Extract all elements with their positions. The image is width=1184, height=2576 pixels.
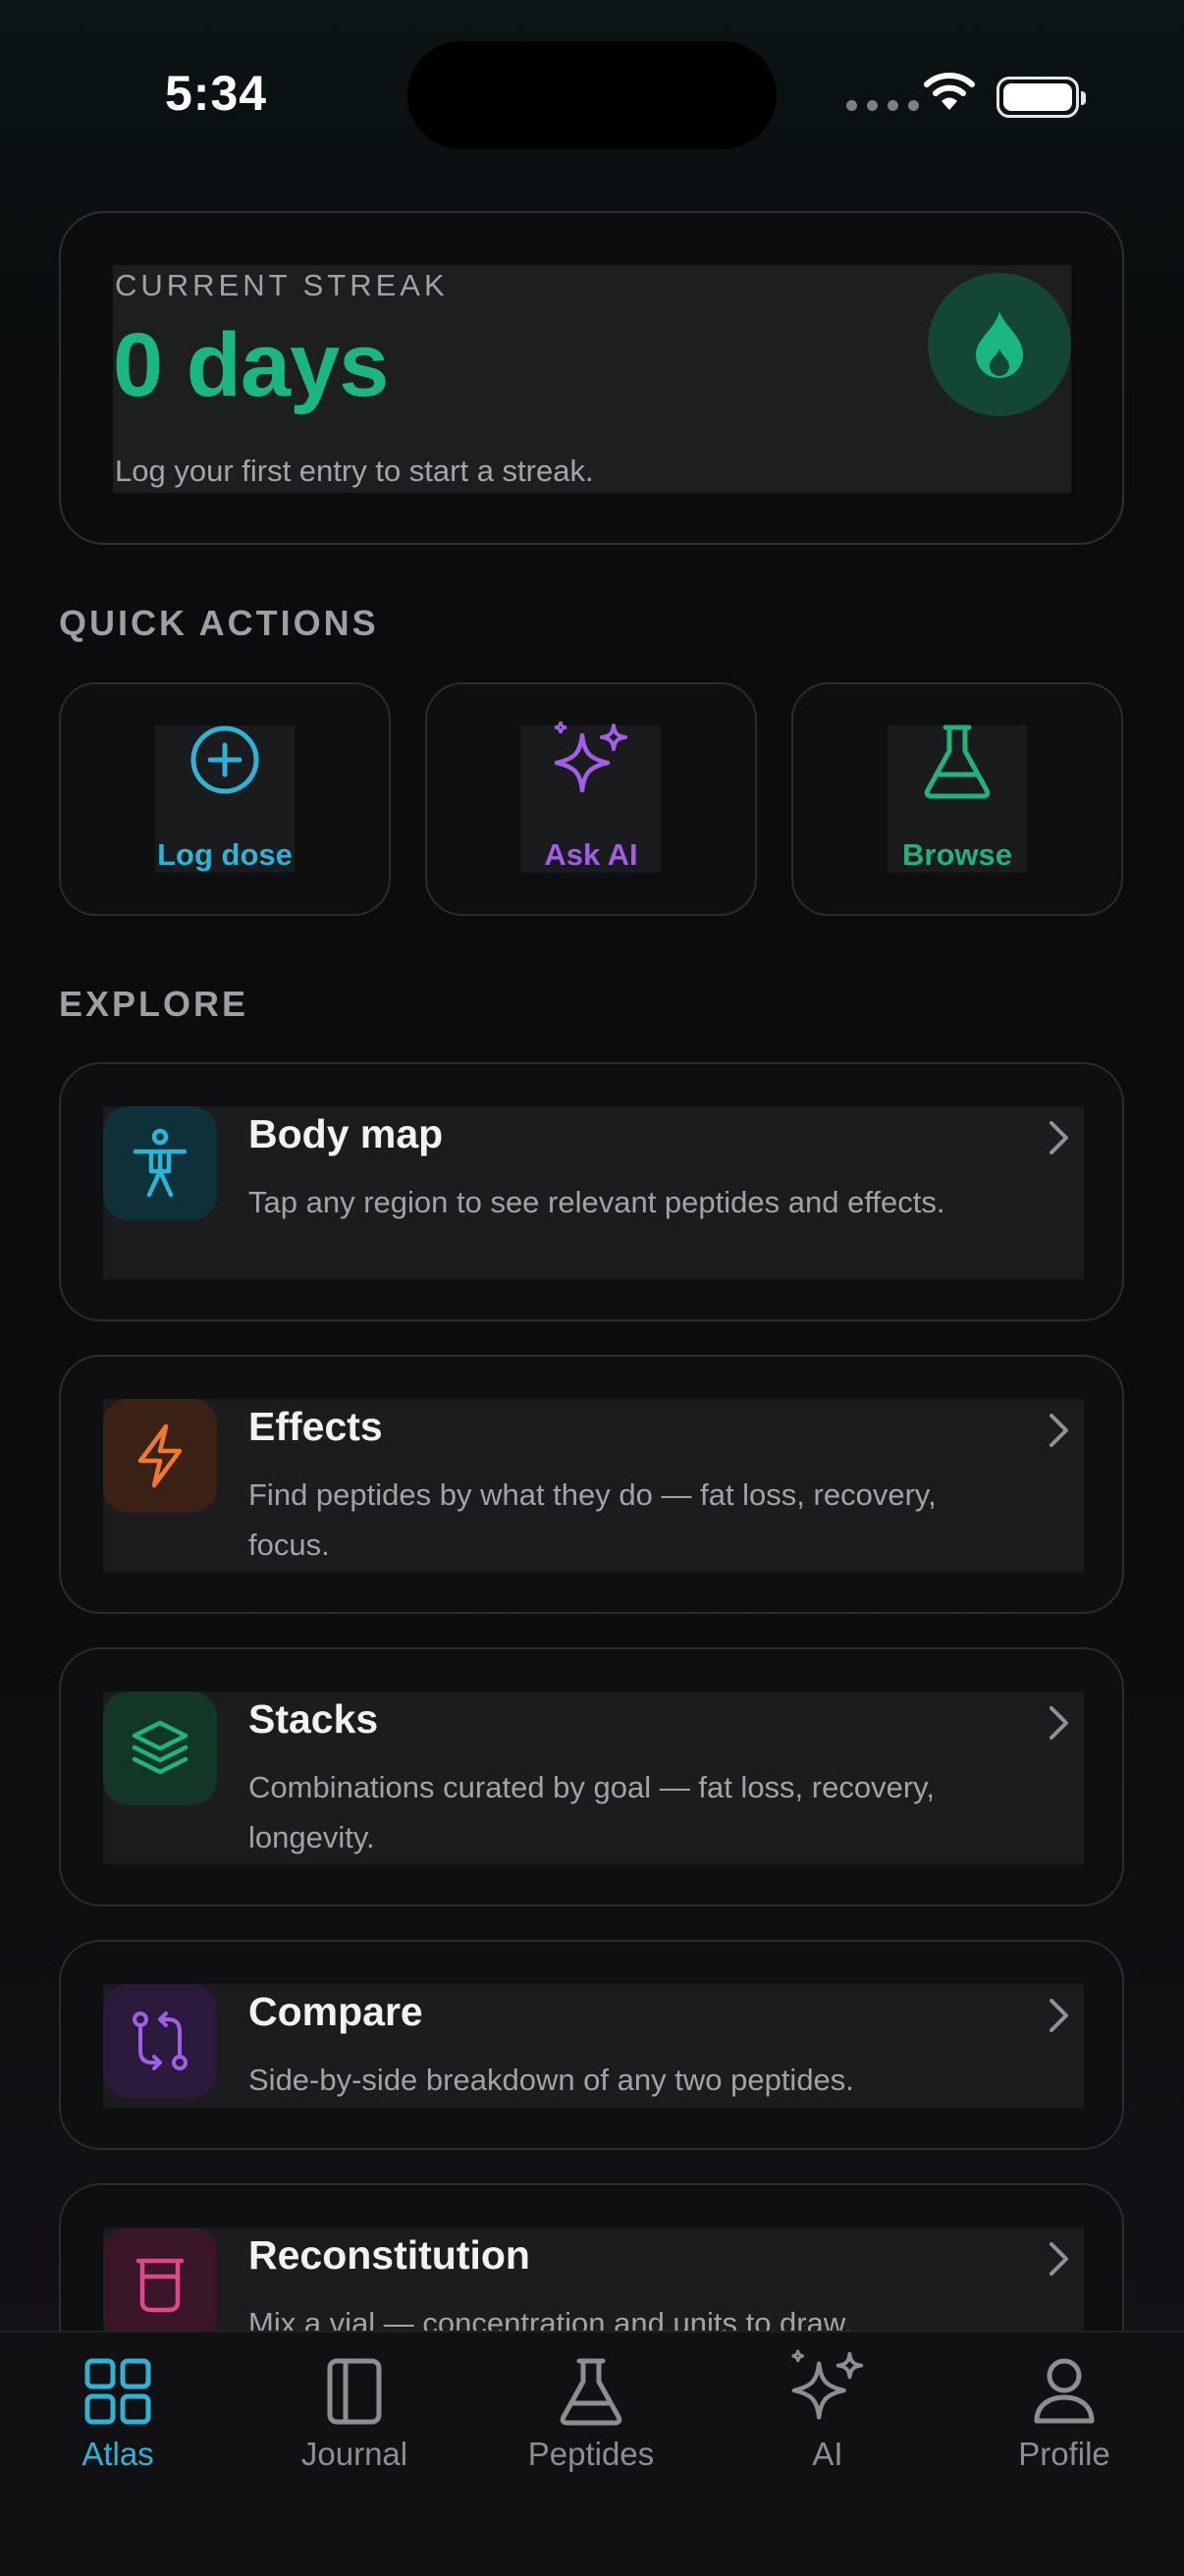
log-dose-button[interactable]: Log dose (59, 682, 391, 916)
explore-card-title: Compare (248, 1989, 423, 2034)
signal-icon (846, 100, 919, 111)
explore-card-title: Stacks (248, 1696, 379, 1742)
explore-icon-tile (103, 1984, 217, 2098)
book-icon (327, 2358, 382, 2425)
explore-card-stacks[interactable]: Stacks Combinations curated by goal — fa… (59, 1647, 1124, 1906)
explore-card-title: Body map (248, 1111, 444, 1156)
explore-title: EXPLORE (59, 984, 249, 1024)
sparkles-icon (791, 2349, 864, 2420)
flask-icon (560, 2358, 622, 2426)
explore-card-title: Reconstitution (248, 2232, 530, 2278)
explore-icon-tile (103, 1399, 217, 1513)
grid-icon (84, 2358, 151, 2425)
streak-value: 0 days (113, 315, 389, 415)
chevron-right-icon (1049, 1999, 1068, 2032)
explore-icon-tile (103, 1106, 217, 1220)
log-dose-label: Log dose (157, 837, 293, 872)
tab-bar: Atlas Journal Peptides AI Profile (0, 2331, 1184, 2576)
explore-card-compare[interactable]: Compare Side-by-side breakdown of any tw… (59, 1940, 1124, 2150)
beaker-icon (135, 2258, 185, 2313)
tab-label: Peptides (527, 2436, 655, 2472)
dynamic-island (407, 41, 777, 149)
quick-actions-title: QUICK ACTIONS (59, 603, 379, 643)
flame-icon (976, 311, 1023, 378)
compare-arrows-icon (133, 2012, 188, 2070)
layers-icon (132, 1720, 188, 1775)
tab-label: Atlas (81, 2436, 154, 2472)
chevron-right-icon (1049, 1121, 1068, 1154)
explore-card-description: Combinations curated by goal — fat loss,… (248, 1770, 935, 1854)
explore-card-title: Effects (248, 1404, 383, 1449)
explore-icon-tile (103, 2227, 217, 2341)
tab-label: AI (812, 2436, 843, 2472)
tab-label: Journal (300, 2436, 408, 2472)
streak-badge (928, 273, 1071, 416)
wifi-icon (924, 73, 975, 110)
explore-card-description: Side-by-side breakdown of any two peptid… (248, 2063, 854, 2097)
browse-button[interactable]: Browse (791, 682, 1123, 916)
battery-icon (996, 77, 1086, 118)
chevron-right-icon (1049, 2242, 1068, 2276)
explore-card-description: Tap any region to see relevant peptides … (248, 1185, 945, 1219)
explore-card-description: Find peptides by what they do — fat loss… (248, 1477, 937, 1562)
tab-label: Profile (1018, 2436, 1110, 2472)
chevron-right-icon (1049, 1414, 1068, 1447)
lightning-icon (137, 1423, 183, 1488)
ask-ai-button[interactable]: Ask AI (425, 682, 757, 916)
explore-icon-tile (103, 1691, 217, 1805)
explore-card-effects[interactable]: Effects Find peptides by what they do — … (59, 1355, 1124, 1614)
sparkles-icon (554, 721, 627, 793)
chevron-right-icon (1049, 1706, 1068, 1740)
person-icon (133, 1128, 188, 1198)
browse-label: Browse (902, 837, 1012, 872)
streak-label: CURRENT STREAK (115, 268, 449, 302)
plus-circle-icon (190, 725, 259, 794)
streak-subtitle: Log your first entry to start a streak. (115, 454, 594, 488)
flask-icon (924, 724, 991, 799)
status-time: 5:34 (165, 66, 268, 121)
person-icon (1034, 2358, 1095, 2424)
explore-card-body-map[interactable]: Body map Tap any region to see relevant … (59, 1062, 1124, 1321)
ask-ai-label: Ask AI (544, 837, 638, 872)
